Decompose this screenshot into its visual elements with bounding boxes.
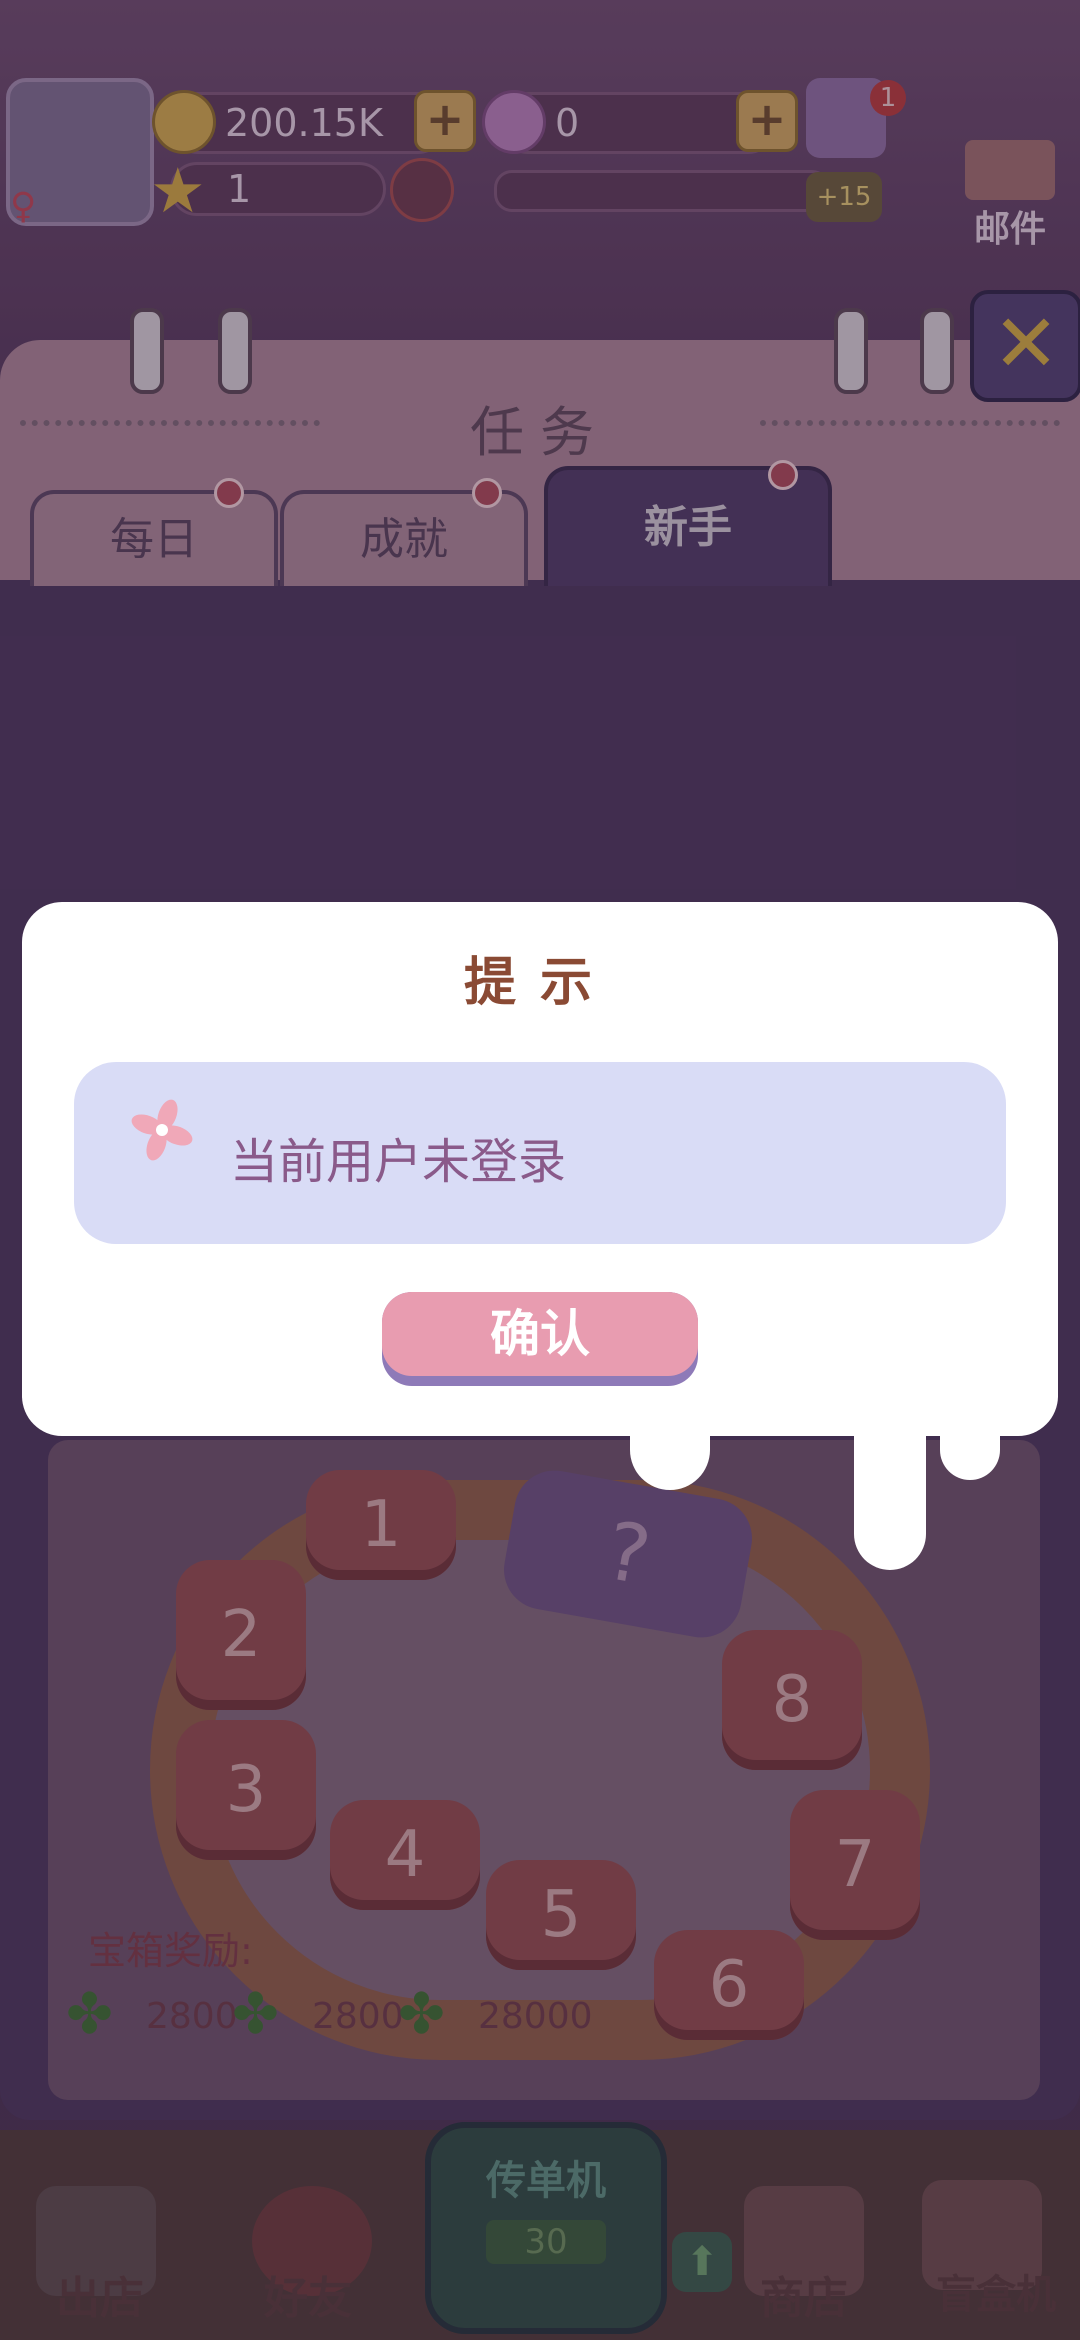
flower-icon	[131, 1099, 193, 1161]
confirm-button[interactable]: 确认	[382, 1292, 698, 1386]
dialog-title: 提示	[463, 953, 616, 1013]
confirm-button-face[interactable]: 确认	[382, 1292, 698, 1376]
dialog-message: 当前用户未登录	[230, 1134, 567, 1190]
confirm-button-label: 确认	[490, 1305, 590, 1363]
dialog-drip	[854, 1430, 926, 1570]
